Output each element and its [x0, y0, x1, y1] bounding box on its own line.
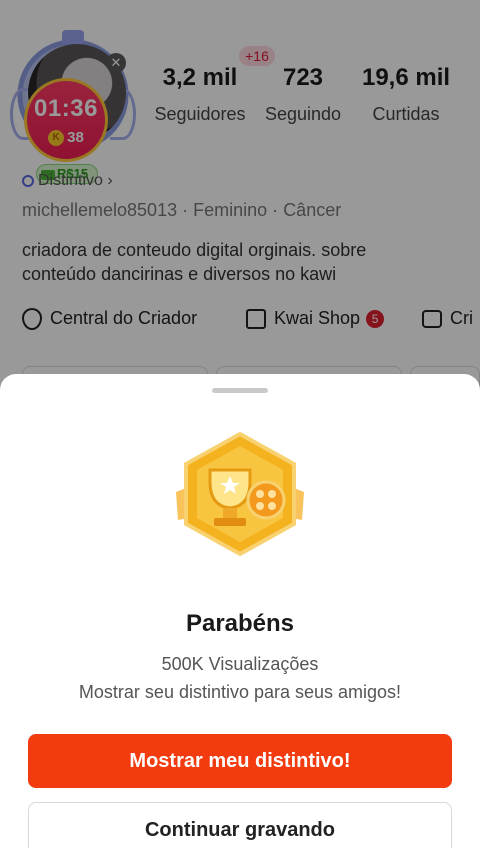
- show-badge-button[interactable]: Mostrar meu distintivo!: [28, 734, 452, 788]
- sheet-drag-handle[interactable]: [212, 388, 268, 393]
- reel-hole: [268, 502, 276, 510]
- achievement-sheet: Parabéns 500K Visualizações Mostrar seu …: [0, 374, 480, 848]
- film-reel-icon: [246, 480, 286, 520]
- reel-hole: [256, 502, 264, 510]
- trophy-stem: [223, 508, 237, 518]
- milestone-text: 500K Visualizações: [161, 654, 319, 674]
- reel-hole: [268, 490, 276, 498]
- reel-hole: [256, 490, 264, 498]
- trophy-base: [214, 518, 246, 526]
- sheet-title: Parabéns: [185, 610, 295, 637]
- trophy-badge-icon: [176, 431, 304, 557]
- continue-recording-button[interactable]: Continuar gravando: [28, 802, 452, 848]
- sheet-message: Mostrar seu distintivo para seus amigos!: [78, 682, 402, 702]
